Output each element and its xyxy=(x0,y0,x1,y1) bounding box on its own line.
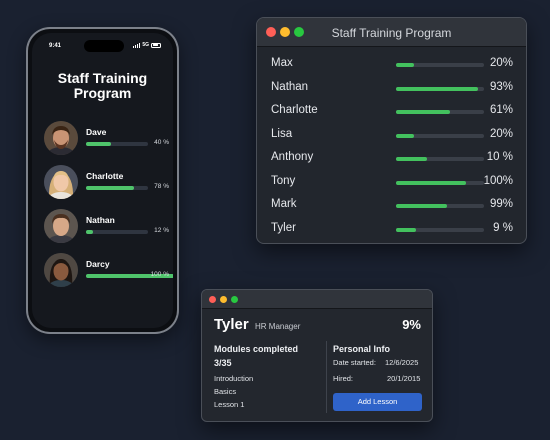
progress-fill xyxy=(396,86,478,91)
staff-row[interactable]: Max 20% xyxy=(257,55,526,73)
member-name: Darcy xyxy=(86,259,110,269)
close-button[interactable] xyxy=(209,296,216,303)
progress-percent: 20% xyxy=(489,127,513,140)
staff-row[interactable]: Lisa 20% xyxy=(257,126,526,144)
staff-row[interactable]: Anthony 10 % xyxy=(257,149,526,167)
progress-fill xyxy=(86,142,111,146)
page-title: Staff Training Program xyxy=(32,71,173,101)
progress-percent: 93% xyxy=(489,80,513,93)
member-row[interactable]: Dave 40 % xyxy=(44,121,169,155)
progress-track xyxy=(86,142,148,146)
staff-name: Tony xyxy=(271,174,296,187)
staff-name: Nathan xyxy=(271,80,309,93)
progress-percent: 61% xyxy=(489,104,513,116)
date-started-label: Date started: xyxy=(333,358,376,367)
progress-fill xyxy=(396,110,450,114)
progress-percent: 100% xyxy=(483,174,513,187)
minimize-button[interactable] xyxy=(220,296,227,303)
progress-track xyxy=(396,180,484,185)
progress-percent: 99% xyxy=(489,198,513,210)
staff-name: Lisa xyxy=(271,127,293,140)
window-titlebar[interactable]: Staff Training Program xyxy=(257,18,526,47)
staff-name: Tyler xyxy=(271,221,296,234)
member-row[interactable]: Charlotte 78 % xyxy=(44,165,169,199)
progress-fill xyxy=(396,180,467,185)
member-row[interactable]: Nathan 12 % xyxy=(44,209,169,243)
progress-percent: 10 % xyxy=(486,151,513,163)
avatar xyxy=(44,165,78,199)
progress-percent: 9% xyxy=(402,317,421,332)
module-item: Lesson 1 xyxy=(214,400,245,409)
training-window: Staff Training Program Max 20% Nathan 93… xyxy=(256,17,527,244)
hired-value: 20/1/2015 xyxy=(387,374,421,383)
page-title-line1: Staff Training xyxy=(57,70,148,86)
progress-fill xyxy=(86,186,135,190)
staff-row[interactable]: Tyler 9 % xyxy=(257,220,526,238)
phone-mockup: 9:41 5G Staff Training Program Dave 40 %… xyxy=(26,27,179,334)
module-item: Introduction xyxy=(214,374,254,383)
member-name: Charlotte xyxy=(86,171,124,181)
staff-row[interactable]: Tony 100% xyxy=(257,173,526,191)
staff-detail-window: Tyler HR Manager 9% Modules completed 3/… xyxy=(201,289,433,422)
staff-name: Max xyxy=(271,57,293,69)
progress-track xyxy=(86,186,148,190)
progress-percent: 78 % xyxy=(154,183,169,190)
avatar xyxy=(44,121,78,155)
hired-label: Hired: xyxy=(333,374,354,383)
personal-info-heading: Personal Info xyxy=(333,344,391,354)
progress-percent: 40 % xyxy=(154,139,169,146)
modules-count: 3/35 xyxy=(214,358,232,368)
modules-heading: Modules completed xyxy=(214,344,299,354)
staff-row[interactable]: Mark 99% xyxy=(257,196,526,214)
progress-percent: 100 % xyxy=(150,271,169,278)
status-icons: 5G xyxy=(132,42,161,48)
staff-name: Mark xyxy=(271,198,297,210)
dynamic-island xyxy=(84,40,124,52)
progress-percent: 20% xyxy=(489,57,513,69)
staff-row[interactable]: Nathan 93% xyxy=(257,79,526,97)
progress-fill xyxy=(396,133,414,138)
progress-track xyxy=(396,133,484,138)
staff-name: Charlotte xyxy=(271,104,318,116)
date-started-value: 12/6/2025 xyxy=(385,358,419,367)
progress-fill xyxy=(396,63,414,67)
progress-fill xyxy=(396,157,427,161)
window-titlebar[interactable] xyxy=(202,290,432,309)
staff-name: Tyler xyxy=(214,316,249,333)
member-row[interactable]: Darcy 100 % xyxy=(44,253,173,287)
maximize-button[interactable] xyxy=(231,296,238,303)
network-label: 5G xyxy=(142,42,149,48)
staff-role: HR Manager xyxy=(255,322,301,331)
module-item: Basics xyxy=(214,387,237,396)
staff-row[interactable]: Charlotte 61% xyxy=(257,102,526,120)
progress-percent: 9 % xyxy=(493,221,513,234)
progress-track xyxy=(396,86,484,91)
battery-icon xyxy=(151,42,161,48)
column-divider xyxy=(326,341,327,413)
progress-fill xyxy=(396,227,417,232)
progress-percent: 12 % xyxy=(154,227,169,234)
window-title: Staff Training Program xyxy=(331,26,452,40)
progress-track xyxy=(396,63,484,67)
progress-fill xyxy=(396,204,448,208)
progress-track xyxy=(396,157,484,161)
progress-fill xyxy=(86,230,94,234)
member-name: Dave xyxy=(86,127,107,137)
member-name: Nathan xyxy=(86,215,115,225)
progress-track xyxy=(396,110,484,114)
staff-name: Anthony xyxy=(271,151,314,163)
signal-icon xyxy=(132,42,141,48)
page-title-line2: Program xyxy=(73,85,132,101)
avatar xyxy=(44,209,78,243)
status-time: 9:41 xyxy=(49,43,62,49)
phone-screen: 9:41 5G Staff Training Program Dave 40 %… xyxy=(32,33,173,328)
add-lesson-button[interactable]: Add Lesson xyxy=(333,393,422,411)
phone-bezel: 9:41 5G Staff Training Program Dave 40 %… xyxy=(28,29,177,332)
progress-track xyxy=(396,227,484,232)
progress-track xyxy=(396,204,484,208)
avatar xyxy=(44,253,78,287)
progress-track xyxy=(86,230,148,234)
